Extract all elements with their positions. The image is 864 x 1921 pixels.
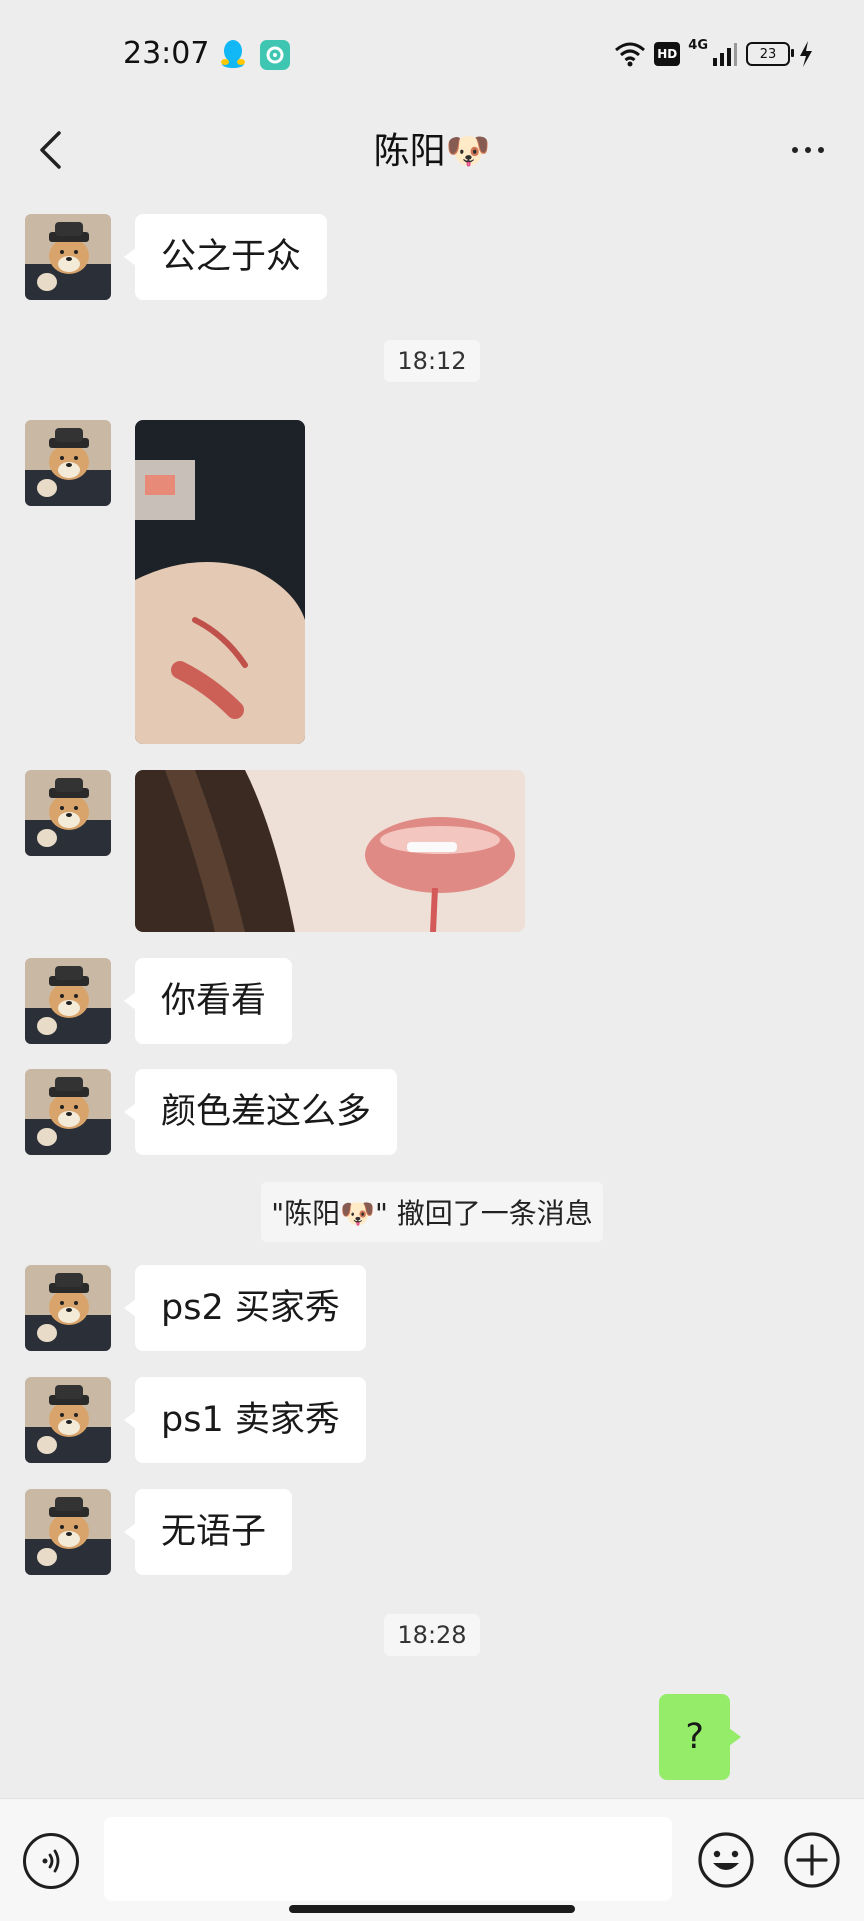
message-bubble[interactable]: 你看看	[123, 958, 293, 1044]
message-bubble[interactable]: ps1 卖家秀	[124, 1377, 366, 1463]
message-bubble[interactable]: ps2 买家秀	[124, 1265, 366, 1351]
lips-photo[interactable]	[135, 770, 525, 932]
chat-title: 陈阳🐶	[373, 131, 491, 172]
message-bubble[interactable]: 无语子	[123, 1489, 293, 1575]
avatar[interactable]	[25, 214, 111, 300]
chat-header: 陈阳🐶	[0, 110, 864, 190]
emoji-button[interactable]	[697, 1831, 755, 1889]
avatar[interactable]	[25, 1069, 111, 1155]
avatar[interactable]	[25, 770, 111, 856]
battery-icon: 23	[746, 42, 794, 66]
app-notification-icon	[260, 40, 290, 70]
message-bubble-self[interactable]: ?	[659, 1694, 741, 1780]
avatar[interactable]	[25, 1489, 111, 1575]
more-dot-icon	[818, 147, 824, 153]
timestamp: 18:28	[0, 1614, 864, 1656]
charging-icon	[800, 41, 812, 67]
home-indicator[interactable]	[289, 1905, 575, 1913]
avatar[interactable]	[25, 1265, 111, 1351]
timestamp: 18:12	[0, 340, 864, 382]
plus-button[interactable]	[783, 1831, 841, 1889]
avatar[interactable]	[25, 958, 111, 1044]
status-bar: 23:07 HD 4G 23	[0, 0, 864, 110]
hand-swatch-image	[135, 420, 305, 744]
voice-icon	[42, 1849, 60, 1873]
battery-level: 23	[759, 46, 777, 62]
status-time: 23:07	[123, 36, 210, 71]
timestamp-label: 18:12	[384, 340, 480, 382]
lips-image	[135, 770, 525, 932]
network-type: 4G	[688, 38, 708, 53]
more-dot-icon	[792, 147, 798, 153]
voice-button[interactable]	[23, 1833, 79, 1889]
message-bubble[interactable]: 公之于众	[123, 214, 328, 300]
qq-icon	[221, 40, 245, 68]
avatar[interactable]	[25, 420, 111, 506]
more-options-button[interactable]	[780, 128, 836, 172]
hd-badge: HD	[654, 42, 681, 66]
wifi-icon	[615, 42, 646, 67]
recall-notice: "陈阳🐶" 撤回了一条消息	[0, 1182, 864, 1242]
avatar[interactable]	[25, 1377, 111, 1463]
message-input[interactable]	[104, 1817, 672, 1901]
signal-icon	[713, 43, 737, 66]
hand-swatch-photo[interactable]	[135, 420, 305, 744]
timestamp-label: 18:28	[384, 1614, 480, 1656]
recall-notice-text: "陈阳🐶" 撤回了一条消息	[261, 1182, 603, 1242]
input-bar	[0, 1798, 864, 1921]
status-icons: HD 4G 23	[614, 38, 814, 70]
message-bubble[interactable]: 颜色差这么多	[123, 1069, 398, 1155]
more-dot-icon	[805, 147, 811, 153]
